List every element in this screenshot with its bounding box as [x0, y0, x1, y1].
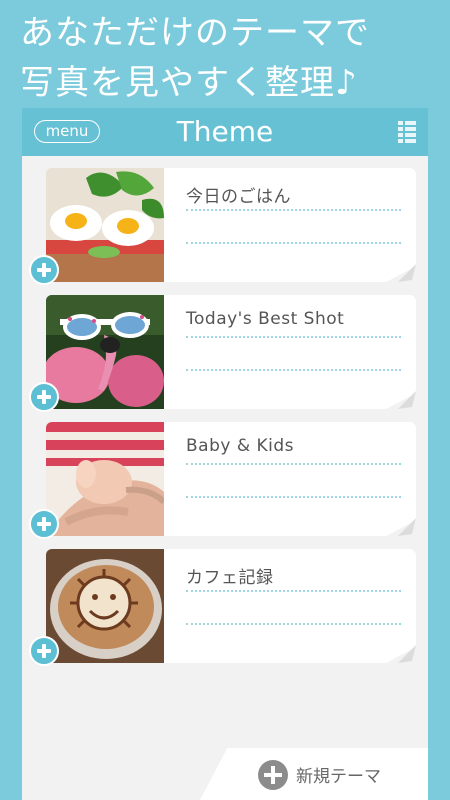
divider [186, 496, 401, 498]
page-title: Theme [176, 115, 274, 148]
divider [186, 209, 401, 211]
new-theme-button[interactable]: 新規テーマ [200, 748, 428, 800]
divider [186, 369, 401, 371]
theme-title: 今日のごはん [186, 187, 291, 207]
plus-circle-icon [258, 760, 288, 790]
add-photo-button[interactable] [29, 255, 59, 285]
page-curl-icon [398, 518, 416, 536]
promo-headline: あなただけのテーマで 写真を見やすく整理♪ [20, 8, 440, 108]
divider [186, 623, 401, 625]
divider [186, 242, 401, 244]
app-header: menu Theme [22, 108, 428, 156]
divider [186, 336, 401, 338]
theme-card[interactable]: 今日のごはん [46, 168, 416, 282]
add-photo-button[interactable] [29, 636, 59, 666]
divider [186, 463, 401, 465]
promo-line-1: あなただけのテーマで [20, 13, 370, 53]
theme-title: カフェ記録 [186, 568, 274, 588]
theme-title: Baby & Kids [186, 436, 295, 456]
app-screen: menu Theme 今日のごはん Today's Best Shot Baby… [22, 108, 428, 800]
add-photo-button[interactable] [29, 382, 59, 412]
page-curl-icon [398, 264, 416, 282]
theme-card[interactable]: Baby & Kids [46, 422, 416, 536]
promo-line-2: 写真を見やすく整理♪ [20, 63, 358, 103]
baby-hand-photo [46, 422, 164, 536]
page-curl-icon [398, 645, 416, 663]
food-sandwich-photo [46, 168, 164, 282]
list-grid-icon[interactable] [398, 120, 416, 144]
flamingo-sunglasses-photo [46, 295, 164, 409]
divider [186, 590, 401, 592]
theme-card[interactable]: Today's Best Shot [46, 295, 416, 409]
latte-art-photo [46, 549, 164, 663]
theme-card[interactable]: カフェ記録 [46, 549, 416, 663]
new-theme-label: 新規テーマ [296, 767, 381, 787]
page-curl-icon [398, 391, 416, 409]
add-photo-button[interactable] [29, 509, 59, 539]
theme-title: Today's Best Shot [186, 309, 345, 329]
